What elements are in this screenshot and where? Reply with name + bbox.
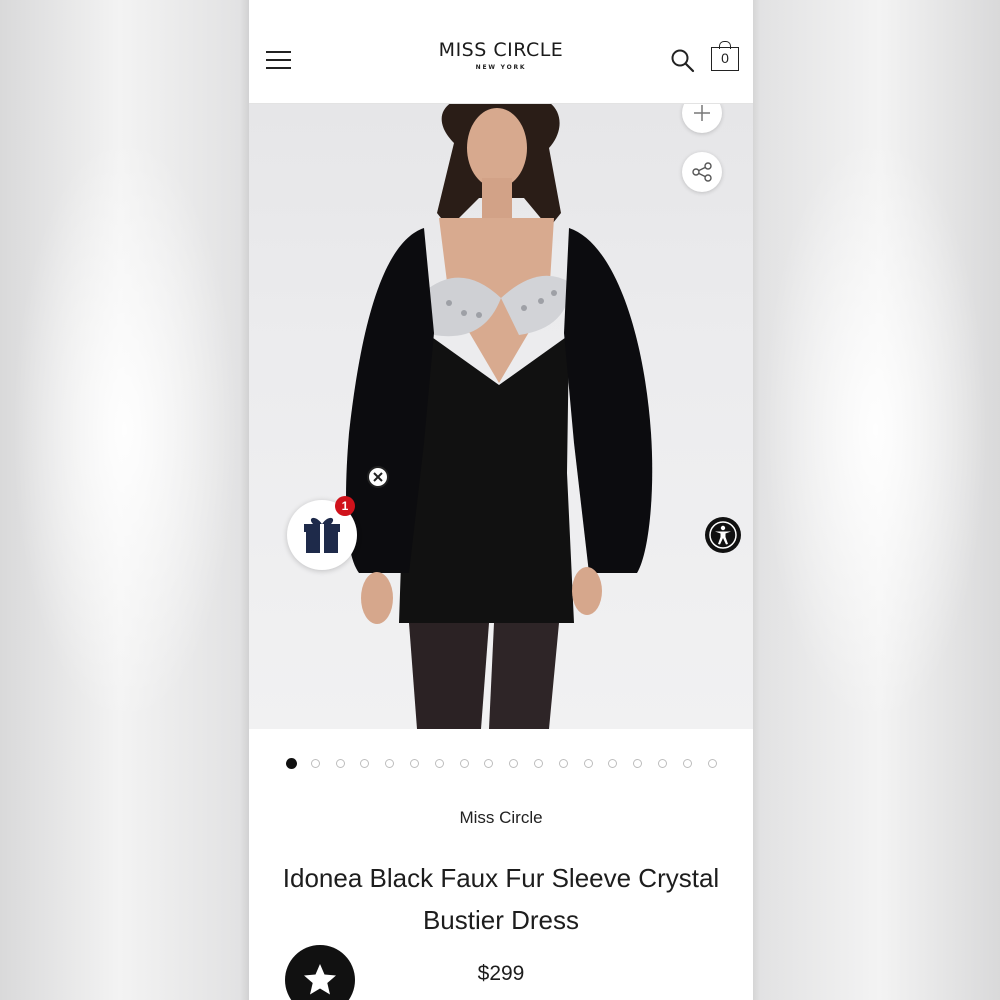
close-icon	[373, 472, 383, 482]
carousel-dot[interactable]	[583, 759, 593, 768]
mobile-viewport: MISS CIRCLE NEW YORK 0 1 Miss Circle Ido…	[249, 0, 753, 1000]
carousel-dot[interactable]	[509, 759, 519, 768]
carousel-dot[interactable]	[286, 758, 297, 769]
zoom-button[interactable]	[682, 103, 722, 133]
carousel-dot[interactable]	[410, 759, 419, 768]
product-image[interactable]: 1	[249, 103, 753, 729]
gift-promo-button[interactable]: 1	[287, 496, 357, 570]
search-button[interactable]	[670, 48, 696, 74]
carousel-dot[interactable]	[459, 759, 469, 768]
model-photo	[346, 103, 653, 729]
carousel-dot[interactable]	[310, 759, 320, 768]
carousel-dot[interactable]	[707, 759, 717, 768]
share-button[interactable]	[682, 152, 722, 192]
product-brand[interactable]: Miss Circle	[249, 808, 753, 828]
hamburger-menu-icon	[266, 51, 291, 53]
logo-text: MISS CIRCLE	[438, 39, 564, 61]
carousel-dot[interactable]	[335, 759, 345, 768]
share-icon	[692, 162, 712, 182]
plus-icon	[694, 105, 710, 121]
carousel-dot[interactable]	[558, 759, 568, 768]
logo-subtext: NEW YORK	[475, 64, 527, 71]
carousel-dots	[249, 758, 753, 772]
reviews-button[interactable]	[285, 945, 355, 1000]
gift-badge: 1	[335, 496, 355, 516]
close-promo-button[interactable]	[367, 466, 389, 488]
carousel-dot[interactable]	[608, 759, 618, 768]
carousel-dot[interactable]	[633, 759, 643, 768]
menu-button[interactable]	[263, 44, 295, 76]
carousel-dot[interactable]	[658, 759, 667, 768]
accessibility-button[interactable]	[705, 517, 741, 553]
carousel-dot[interactable]	[682, 759, 692, 768]
star-icon	[304, 964, 336, 995]
accessibility-icon	[709, 521, 737, 549]
carousel-dot[interactable]	[434, 759, 444, 768]
carousel-dot[interactable]	[534, 759, 543, 768]
carousel-dot[interactable]	[484, 759, 494, 768]
carousel-dot[interactable]	[360, 759, 370, 768]
search-icon	[671, 49, 695, 73]
product-title: Idonea Black Faux Fur Sleeve Crystal Bus…	[282, 863, 720, 935]
cart-count: 0	[721, 50, 729, 66]
carousel-dot[interactable]	[385, 759, 395, 768]
site-header: MISS CIRCLE NEW YORK 0	[249, 0, 753, 104]
site-logo[interactable]: MISS CIRCLE NEW YORK	[399, 34, 603, 90]
cart-button[interactable]: 0	[711, 41, 739, 71]
